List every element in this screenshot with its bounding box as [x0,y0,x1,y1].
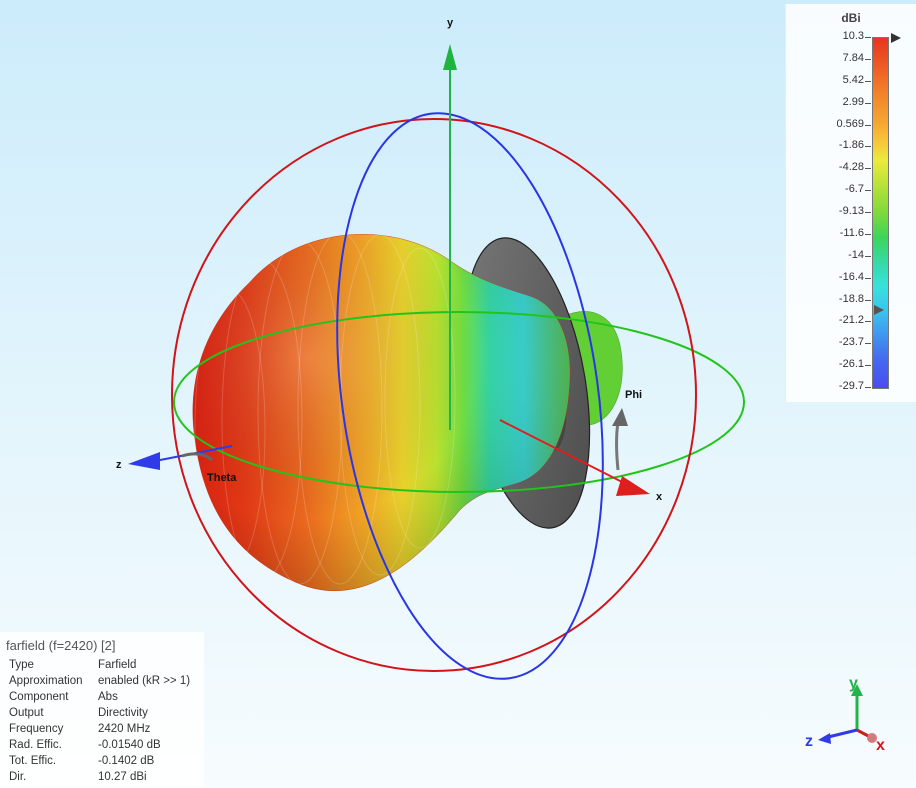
legend-tick-label: 10.3 [842,30,864,42]
info-label: Dir. [9,771,27,783]
legend-tick-mark [865,255,871,257]
info-value: -0.1402 dB [98,755,155,767]
legend-marker-bottom-icon[interactable] [874,304,886,316]
legend-unit: dBi [841,11,861,25]
info-label: Output [9,707,44,719]
legend-color-bar [872,37,889,389]
legend-tick-mark [865,37,871,38]
legend-tick-label: -4.28 [838,161,864,174]
legend-tick-mark [865,233,871,235]
info-value: -0.01540 dB [98,739,161,751]
legend-tick-label: -14 [848,248,864,261]
legend-tick-mark [865,168,871,170]
legend-tick-mark [865,365,871,367]
info-label: Component [9,691,69,703]
theta-label: Theta [207,472,237,484]
y-axis-label: y [447,17,454,29]
legend-tick-mark [865,212,871,213]
info-title: farfield (f=2420) [2] [6,638,116,653]
farfield-info-panel: farfield (f=2420) [2] Type Farfield Approx… [0,632,204,788]
triad-z-label: z [805,733,813,750]
legend-tick-mark [865,387,871,388]
orientation-triad[interactable]: y z x [805,675,885,754]
info-value: 2420 MHz [98,723,151,735]
info-value: Farfield [98,659,137,671]
legend-tick-mark [865,80,871,82]
legend-tick-label: 0.569 [836,117,864,130]
info-label: Approximation [9,675,83,687]
info-label: Rad. Effic. [9,739,62,751]
phi-arrow [612,408,628,471]
info-value: 10.27 dBi [98,771,147,783]
legend-tick-mark [865,124,871,126]
legend-tick-label: -1.86 [838,139,864,152]
legend-tick-label: -26.1 [838,358,864,371]
legend-tick-mark [865,58,871,60]
info-label: Tot. Effic. [9,755,57,767]
info-value: enabled (kR >> 1) [98,675,191,687]
triad-y-label: y [849,675,858,692]
legend-tick-mark [865,190,871,192]
legend-tick-label: -6.7 [845,183,864,196]
legend-tick-label: -9.13 [838,205,864,217]
z-axis-label: z [116,459,122,471]
legend-tick-label: -18.8 [838,292,864,305]
legend-tick-label: -23.7 [838,336,864,349]
legend-tick-mark [865,299,871,301]
color-scale-legend: dBi 10.3 7.84 5.42 2.99 0.569 -1.86 -4.28 -6.7 -… [785,4,916,402]
legend-tick-label: 5.42 [842,73,864,86]
legend-tick-label: -16.4 [838,270,864,283]
legend-tick-mark [865,277,871,279]
legend-tick-mark [865,343,871,345]
legend-tick-label: -21.2 [838,314,864,327]
triad-x-label: x [876,737,885,754]
legend-tick-label: 7.84 [842,51,864,64]
legend-tick-label: 2.99 [842,95,864,108]
legend-tick-mark [865,321,871,323]
info-label: Type [9,659,34,671]
x-axis-label: x [656,491,663,503]
legend-tick-label: -29.7 [838,380,864,392]
legend-tick-mark [865,146,871,148]
info-label: Frequency [9,723,64,735]
info-value: Abs [98,691,118,703]
phi-label: Phi [625,389,642,401]
legend-tick-label: -11.6 [839,226,864,239]
legend-tick-mark [865,102,871,104]
legend-marker-top-icon[interactable] [889,32,901,44]
info-value: Directivity [98,707,148,719]
